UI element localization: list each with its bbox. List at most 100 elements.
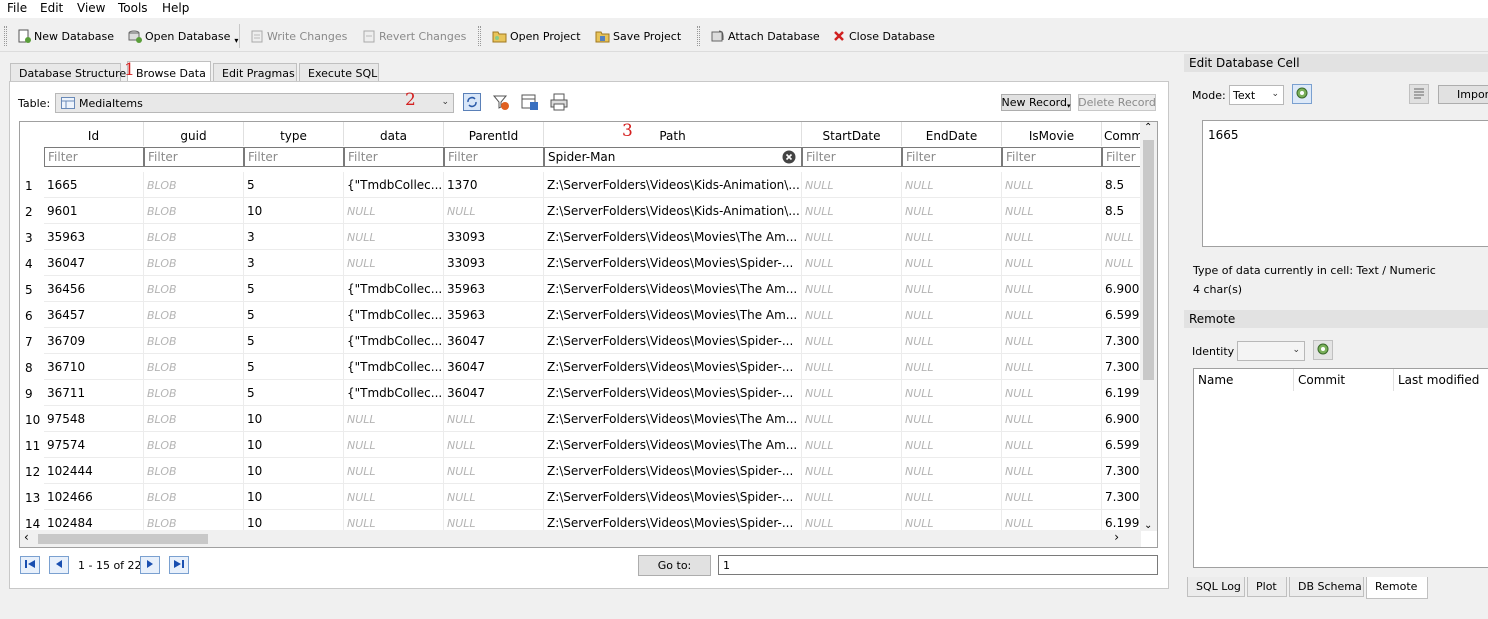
table-cell[interactable]: 10 xyxy=(244,198,344,224)
table-cell[interactable]: BLOB xyxy=(144,328,244,354)
previous-page-button[interactable] xyxy=(49,556,69,574)
row-number[interactable]: 5 xyxy=(20,276,44,302)
row-number[interactable]: 9 xyxy=(20,380,44,406)
mode-select[interactable]: Text ⌄ xyxy=(1229,85,1284,105)
table-cell[interactable]: NULL xyxy=(902,276,1002,302)
table-cell[interactable]: 6.9000 xyxy=(1102,276,1141,302)
table-cell[interactable]: NULL xyxy=(802,406,902,432)
tab-edit-pragmas[interactable]: Edit Pragmas xyxy=(213,63,297,82)
table-row[interactable]: 13 102466 BLOB 10 NULL NULL Z:\ServerFolders\V… xyxy=(20,484,1141,510)
table-cell[interactable]: NULL xyxy=(1002,484,1102,510)
filter-input[interactable]: Filter xyxy=(344,147,444,167)
table-select[interactable]: MediaItems ⌄ xyxy=(55,93,454,113)
table-row[interactable]: 4 36047 BLOB 3 NULL 33093 Z:\ServerFolders\Vid… xyxy=(20,250,1141,276)
tab-database-structure[interactable]: Database Structure xyxy=(10,63,126,82)
table-cell[interactable]: Z:\ServerFolders\Videos\Movies\Spider-..… xyxy=(544,380,802,406)
table-cell[interactable]: 33093 xyxy=(444,250,544,276)
table-cell[interactable]: NULL xyxy=(344,224,444,250)
table-cell[interactable]: NULL xyxy=(1002,432,1102,458)
refresh-button[interactable] xyxy=(462,92,482,113)
table-cell[interactable]: NULL xyxy=(802,432,902,458)
table-cell[interactable]: NULL xyxy=(802,302,902,328)
column-header[interactable]: Name xyxy=(1194,369,1294,391)
table-cell[interactable]: NULL xyxy=(902,380,1002,406)
table-cell[interactable]: BLOB xyxy=(144,380,244,406)
table-cell[interactable]: 36710 xyxy=(44,354,144,380)
table-cell[interactable]: BLOB xyxy=(144,302,244,328)
table-cell[interactable]: {"TmdbCollec... xyxy=(344,172,444,198)
scroll-thumb[interactable] xyxy=(38,534,208,544)
table-cell[interactable]: Z:\ServerFolders\Videos\Kids-Animation\.… xyxy=(544,198,802,224)
menu-help[interactable]: Help xyxy=(162,1,189,15)
column-header[interactable]: IsMovie xyxy=(1002,122,1102,146)
table-cell[interactable]: 102466 xyxy=(44,484,144,510)
tab-db-schema[interactable]: DB Schema xyxy=(1289,577,1364,597)
table-cell[interactable]: NULL xyxy=(1002,224,1102,250)
table-cell[interactable]: 5 xyxy=(244,380,344,406)
table-cell[interactable]: 7.3000 xyxy=(1102,328,1141,354)
table-cell[interactable]: 5 xyxy=(244,276,344,302)
table-row[interactable]: 6 36457 BLOB 5 {"TmdbCollec... 35963 Z:\Server… xyxy=(20,302,1141,328)
table-cell[interactable]: BLOB xyxy=(144,432,244,458)
table-cell[interactable]: 10 xyxy=(244,484,344,510)
column-header[interactable]: type xyxy=(244,122,344,146)
table-cell[interactable]: NULL xyxy=(1002,380,1102,406)
table-cell[interactable]: 36047 xyxy=(444,354,544,380)
table-cell[interactable]: 6.1999 xyxy=(1102,380,1141,406)
table-cell[interactable]: NULL xyxy=(902,458,1002,484)
table-cell[interactable]: NULL xyxy=(902,484,1002,510)
table-cell[interactable]: Z:\ServerFolders\Videos\Movies\The Am... xyxy=(544,276,802,302)
attach-database-button[interactable]: Attach Database xyxy=(710,26,820,46)
open-project-button[interactable]: Open Project xyxy=(492,26,581,46)
table-cell[interactable]: NULL xyxy=(902,302,1002,328)
column-header[interactable]: EndDate xyxy=(902,122,1002,146)
cell-editor[interactable]: 1665 xyxy=(1202,120,1488,247)
row-number[interactable]: 10 xyxy=(20,406,44,432)
column-header[interactable]: ParentId xyxy=(444,122,544,146)
table-cell[interactable]: NULL xyxy=(902,354,1002,380)
table-cell[interactable]: NULL xyxy=(1002,250,1102,276)
table-cell[interactable]: NULL xyxy=(344,432,444,458)
row-number[interactable]: 8 xyxy=(20,354,44,380)
table-cell[interactable]: NULL xyxy=(802,224,902,250)
table-cell[interactable]: NULL xyxy=(1002,328,1102,354)
identity-select[interactable]: ⌄ xyxy=(1237,341,1305,361)
row-number[interactable]: 13 xyxy=(20,484,44,510)
table-cell[interactable]: NULL xyxy=(344,198,444,224)
tab-execute-sql[interactable]: Execute SQL xyxy=(299,63,379,82)
table-cell[interactable]: NULL xyxy=(444,432,544,458)
table-cell[interactable]: NULL xyxy=(1002,406,1102,432)
row-number[interactable]: 4 xyxy=(20,250,44,276)
table-cell[interactable]: 36047 xyxy=(444,328,544,354)
table-cell[interactable]: 10 xyxy=(244,432,344,458)
table-cell[interactable]: Z:\ServerFolders\Videos\Kids-Animation\.… xyxy=(544,172,802,198)
table-cell[interactable]: 36047 xyxy=(444,380,544,406)
table-cell[interactable]: NULL xyxy=(802,198,902,224)
table-cell[interactable]: 36711 xyxy=(44,380,144,406)
table-cell[interactable]: 10 xyxy=(244,458,344,484)
identity-settings-button[interactable] xyxy=(1313,340,1333,360)
table-cell[interactable]: NULL xyxy=(444,458,544,484)
column-header[interactable]: data xyxy=(344,122,444,146)
table-cell[interactable]: 5 xyxy=(244,354,344,380)
table-row[interactable]: 3 35963 BLOB 3 NULL 33093 Z:\ServerFolders\Vid… xyxy=(20,224,1141,250)
table-cell[interactable]: NULL xyxy=(902,250,1002,276)
row-number[interactable]: 1 xyxy=(20,172,44,198)
new-database-button[interactable]: New Database xyxy=(16,26,114,46)
menu-tools[interactable]: Tools xyxy=(118,1,148,15)
table-cell[interactable]: 10 xyxy=(244,406,344,432)
column-header[interactable]: guid xyxy=(144,122,244,146)
table-cell[interactable]: BLOB xyxy=(144,250,244,276)
table-cell[interactable]: 36047 xyxy=(44,250,144,276)
table-cell[interactable]: NULL xyxy=(344,406,444,432)
table-cell[interactable]: 6.5999 xyxy=(1102,432,1141,458)
menu-file[interactable]: File xyxy=(7,1,27,15)
table-cell[interactable]: NULL xyxy=(802,250,902,276)
table-cell[interactable]: BLOB xyxy=(144,198,244,224)
filter-input[interactable]: Filter xyxy=(1102,147,1141,167)
table-cell[interactable]: Z:\ServerFolders\Videos\Movies\The Am... xyxy=(544,302,802,328)
column-header[interactable]: Commit xyxy=(1294,369,1394,391)
scroll-up-icon[interactable]: ⌃ xyxy=(1144,122,1152,133)
remote-list[interactable]: Name Commit Last modified xyxy=(1193,368,1488,568)
table-cell[interactable]: BLOB xyxy=(144,484,244,510)
